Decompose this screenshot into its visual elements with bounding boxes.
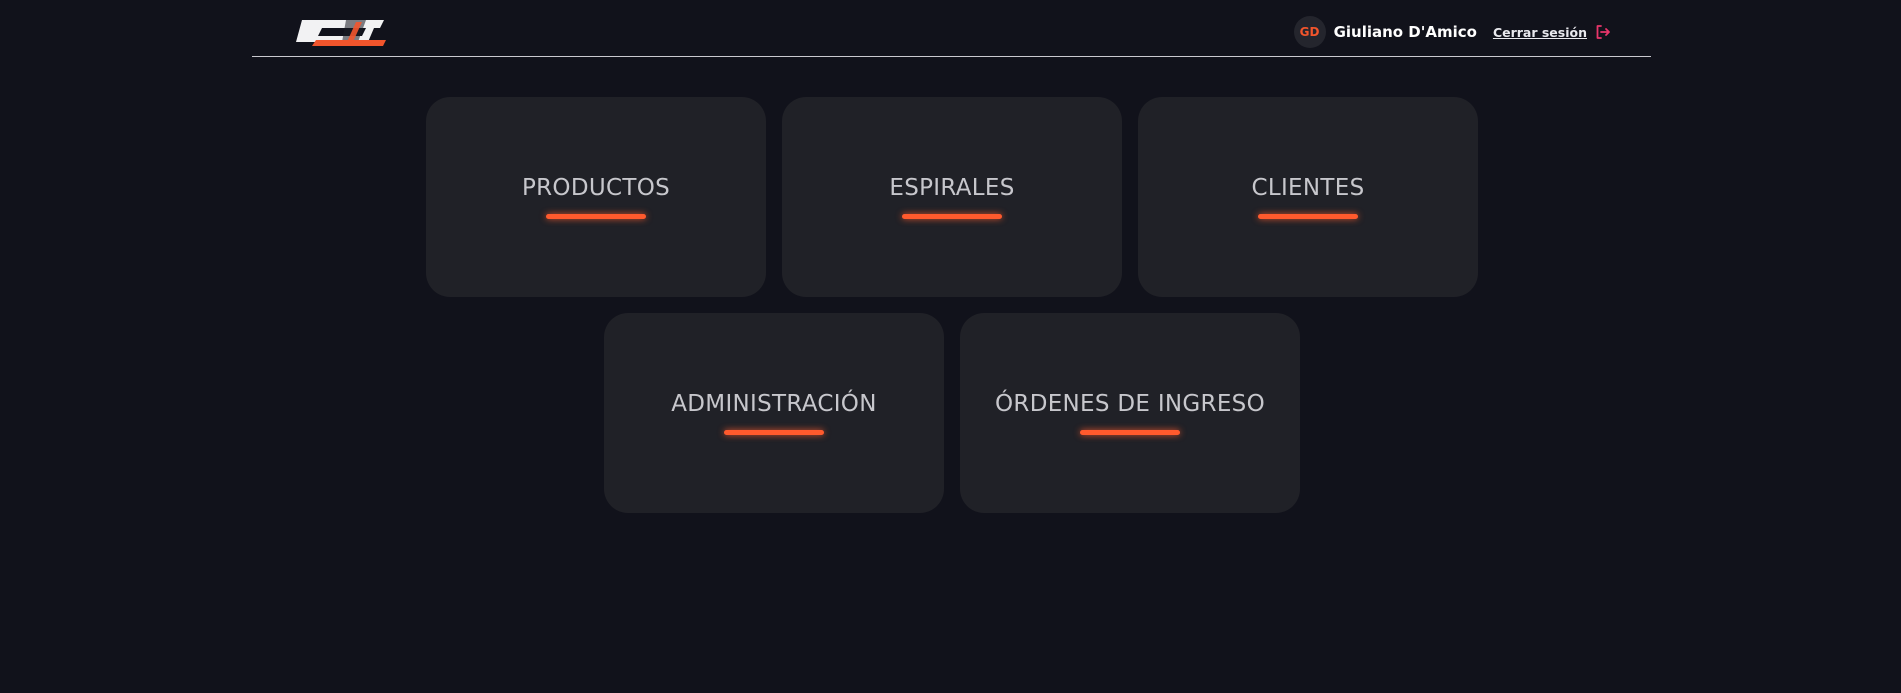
- card-title: ESPIRALES: [889, 175, 1015, 201]
- menu-card-productos[interactable]: PRODUCTOS: [426, 97, 766, 297]
- card-title: PRODUCTOS: [521, 175, 670, 201]
- card-underline: [1080, 430, 1180, 435]
- logout-link[interactable]: Cerrar sesión: [1493, 24, 1611, 40]
- menu-card-clientes[interactable]: CLIENTES: [1138, 97, 1478, 297]
- card-title: CLIENTES: [1251, 175, 1365, 201]
- card-underline: [902, 214, 1002, 219]
- card-underline: [1258, 214, 1358, 219]
- logout-label: Cerrar sesión: [1492, 24, 1587, 40]
- company-logo-icon[interactable]: [292, 18, 388, 48]
- user-avatar[interactable]: GD: [1293, 16, 1326, 48]
- menu-card-espirales[interactable]: ESPIRALES: [782, 97, 1122, 297]
- card-underline: [546, 214, 646, 219]
- menu-card-administracion[interactable]: ADMINISTRACIÓN: [604, 313, 944, 513]
- user-area: GD Giuliano D'Amico Cerrar sesión: [1293, 16, 1611, 48]
- top-navbar: GD Giuliano D'Amico Cerrar sesión: [252, 0, 1651, 57]
- card-underline: [724, 430, 824, 435]
- card-title: ADMINISTRACIÓN: [671, 391, 877, 417]
- user-name: Giuliano D'Amico: [1333, 23, 1477, 41]
- menu-card-ordenes-de-ingreso[interactable]: ÓRDENES DE INGRESO: [960, 313, 1300, 513]
- logout-icon: [1596, 25, 1610, 39]
- card-title: ÓRDENES DE INGRESO: [995, 391, 1265, 417]
